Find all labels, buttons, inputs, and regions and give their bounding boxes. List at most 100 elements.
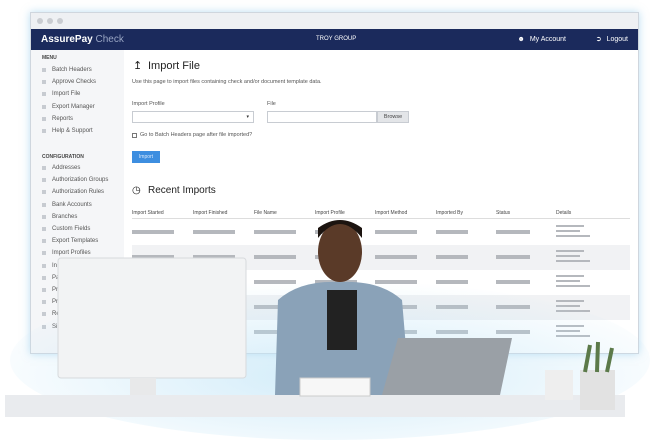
sidebar-item[interactable]: Addresses: [42, 162, 80, 174]
page-description: Use this page to import files containing…: [132, 79, 322, 85]
redacted-cell: [315, 330, 357, 334]
column-header[interactable]: Import Method: [375, 209, 407, 217]
window-minimize-dot[interactable]: [47, 18, 53, 24]
redacted-cell: [315, 230, 357, 234]
column-header[interactable]: Status: [496, 209, 510, 217]
sidebar-item-label: Print: [52, 287, 65, 293]
plant-pot: [545, 370, 573, 400]
bullet-icon: [42, 300, 46, 305]
import-button[interactable]: Import: [132, 151, 160, 163]
sidebar-item[interactable]: Pay: [42, 272, 62, 284]
redacted-cell: [254, 280, 296, 284]
notebook: [299, 377, 371, 397]
bullet-icon: [42, 166, 46, 170]
sidebar-item[interactable]: Signatu: [42, 321, 72, 333]
sidebar-item[interactable]: Help & Support: [42, 125, 93, 137]
sidebar-item[interactable]: Approve Checks: [42, 76, 96, 88]
redacted-cell: [496, 305, 530, 309]
redacted-cell: [132, 230, 174, 234]
brand-logo[interactable]: AssurePay Check: [41, 29, 124, 50]
file-input[interactable]: [267, 111, 377, 123]
table-row[interactable]: [132, 270, 630, 295]
redacted-cell: [193, 280, 235, 284]
app-window: AssurePay Check TROY GROUP ☻ My Account ➲…: [30, 12, 639, 354]
sidebar-item[interactable]: In: [42, 260, 57, 272]
bullet-icon: [42, 251, 46, 256]
import-profile-select[interactable]: ▾: [132, 111, 254, 123]
redacted-cell: [436, 280, 468, 284]
sidebar-item-label: Export Manager: [52, 103, 95, 110]
sidebar-item[interactable]: Print: [42, 284, 64, 296]
bullet-icon: [42, 80, 46, 85]
sidebar-item-label: In: [52, 262, 58, 269]
sidebar-item[interactable]: Export Templates: [42, 235, 98, 247]
sidebar-item[interactable]: Reports: [42, 113, 73, 125]
table-row[interactable]: [132, 295, 630, 320]
redacted-cell: [132, 330, 174, 334]
bullet-icon: [42, 202, 46, 207]
redacted-line: [556, 235, 590, 237]
sidebar-item-label: Bank Accounts: [52, 201, 92, 208]
redacted-cell: [436, 255, 468, 259]
checkbox-box[interactable]: [132, 132, 137, 138]
configuration-heading: CONFIGURATION: [42, 154, 84, 160]
sidebar-item-label: Import File: [52, 91, 81, 98]
bullet-icon: [42, 190, 46, 195]
browse-button[interactable]: Browse: [377, 111, 409, 123]
redacted-line: [556, 285, 590, 287]
upload-icon: ↥: [133, 60, 143, 72]
column-header[interactable]: File Name: [254, 209, 277, 217]
sidebar-item[interactable]: Printe: [42, 296, 68, 308]
window-close-dot[interactable]: [37, 18, 43, 24]
details-cell: [556, 325, 590, 340]
column-header[interactable]: Details: [556, 209, 571, 217]
sidebar-item[interactable]: Bank Accounts: [42, 199, 92, 211]
table-row[interactable]: [132, 320, 630, 345]
sidebar-item-label: Signatu: [52, 323, 73, 330]
redacted-cell: [496, 280, 530, 284]
redacted-line: [556, 275, 584, 277]
sidebar-item-label: Approve Checks: [52, 79, 97, 86]
desk: [5, 395, 625, 417]
clock-icon: ◷: [132, 185, 141, 196]
go-to-batch-headers-checkbox[interactable]: Go to Batch Headers page after file impo…: [132, 131, 252, 139]
sidebar-item[interactable]: Custom Fields: [42, 223, 90, 235]
bullet-icon: [42, 129, 46, 133]
window-maximize-dot[interactable]: [57, 18, 63, 24]
sidebar-item[interactable]: Authorization Groups: [42, 174, 108, 186]
table-row[interactable]: [132, 245, 630, 270]
file-label: File: [267, 101, 276, 107]
sidebar-item[interactable]: Export Manager: [42, 101, 95, 113]
sidebar-item[interactable]: Resou: [42, 308, 69, 320]
sidebar-item[interactable]: Branches: [42, 211, 77, 223]
sidebar-item[interactable]: Batch Headers: [42, 64, 92, 76]
sidebar-item[interactable]: Authorization Rules: [42, 186, 104, 198]
column-header[interactable]: Import Profile: [315, 209, 345, 217]
redacted-cell: [132, 305, 174, 309]
details-cell: [556, 225, 590, 240]
menu-heading: MENU: [42, 55, 57, 61]
redacted-line: [556, 280, 580, 282]
redacted-cell: [315, 280, 357, 284]
column-header[interactable]: Import Finished: [193, 209, 227, 217]
redacted-line: [556, 255, 580, 257]
sidebar-item[interactable]: Import Profiles: [42, 247, 91, 259]
plant-pot-2: [580, 370, 615, 410]
redacted-line: [556, 305, 580, 307]
logout-link[interactable]: ➲ Logout: [596, 29, 628, 50]
stage: AssurePay Check TROY GROUP ☻ My Account ➲…: [0, 0, 650, 443]
logout-icon: ➲: [595, 36, 602, 43]
redacted-cell: [193, 230, 235, 234]
window-titlebar: [31, 13, 638, 29]
table-row[interactable]: [132, 220, 630, 245]
sidebar-item-label: Reports: [52, 115, 74, 122]
bullet-icon: [42, 104, 46, 109]
sidebar-item[interactable]: Import File: [42, 88, 80, 100]
my-account-link[interactable]: ☻ My Account: [517, 29, 566, 50]
monitor-stand: [130, 378, 156, 400]
bullet-icon: [42, 239, 46, 244]
redacted-cell: [496, 230, 530, 234]
column-header[interactable]: Import Started: [132, 209, 164, 217]
column-header[interactable]: Imported By: [436, 209, 463, 217]
brand-product: Check: [92, 34, 124, 45]
